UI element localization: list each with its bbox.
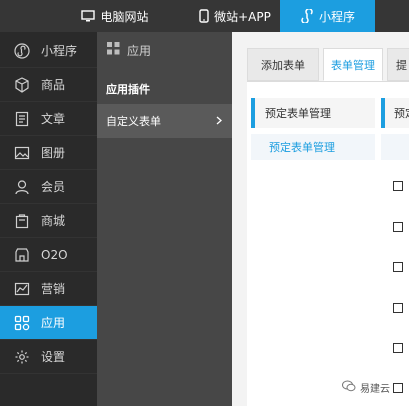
wechat-icon bbox=[342, 380, 356, 395]
nav-item-settings[interactable]: 设置 bbox=[0, 340, 97, 374]
tab-form-management[interactable]: 表单管理 bbox=[323, 48, 383, 81]
watermark-text: 易建云 bbox=[360, 384, 390, 395]
nav-label: 会员 bbox=[41, 180, 66, 194]
form-detail-column: 预定 bbox=[381, 98, 409, 398]
panel-title: 预定表单管理 bbox=[251, 98, 375, 128]
nav-label: 商品 bbox=[41, 78, 66, 92]
tab-add-form[interactable]: 添加表单 bbox=[247, 48, 319, 81]
watermark: 易建云 bbox=[342, 380, 390, 395]
image-icon bbox=[13, 144, 31, 162]
tab-truncated[interactable]: 提 bbox=[387, 48, 409, 81]
row-checkbox[interactable] bbox=[393, 181, 403, 191]
content-tabs: 添加表单 表单管理 提 bbox=[232, 32, 409, 82]
gear-icon bbox=[13, 348, 31, 366]
detail-title: 预定 bbox=[381, 98, 409, 128]
top-tab-mini-program[interactable]: 小程序 bbox=[280, 0, 375, 32]
sub-panel-title: 应用 bbox=[127, 43, 152, 58]
row-checkbox[interactable] bbox=[393, 262, 403, 272]
apps-grid-icon bbox=[106, 41, 121, 59]
nav-label: 设置 bbox=[41, 350, 66, 364]
nav-label: 商城 bbox=[41, 214, 66, 228]
nav-label: 应用 bbox=[41, 316, 66, 330]
nav-label: 文章 bbox=[41, 112, 66, 126]
nav-item-articles[interactable]: 文章 bbox=[0, 102, 97, 136]
row-checkbox[interactable] bbox=[393, 383, 403, 393]
monitor-icon bbox=[81, 9, 96, 23]
content-panel: 预定表单管理 预定表单管理 预定 bbox=[247, 81, 409, 407]
top-tab-pc-website[interactable]: 电脑网站 bbox=[40, 0, 190, 32]
nav-item-products[interactable]: 商品 bbox=[0, 68, 97, 102]
row-checkbox[interactable] bbox=[393, 222, 403, 232]
form-list-column: 预定表单管理 预定表单管理 bbox=[251, 98, 377, 398]
top-tab-label: 小程序 bbox=[318, 9, 355, 24]
miniprogram-icon bbox=[300, 9, 314, 23]
shop-icon bbox=[13, 212, 31, 230]
section-title-app-plugins: 应用插件 bbox=[106, 83, 150, 96]
user-icon bbox=[13, 178, 31, 196]
chevron-right-icon bbox=[216, 115, 222, 128]
chart-icon bbox=[13, 280, 31, 298]
nav-item-apps[interactable]: 应用 bbox=[0, 306, 97, 340]
sub-item-custom-form[interactable]: 自定义表单 bbox=[97, 104, 232, 138]
detail-header-bar bbox=[381, 134, 409, 160]
store-icon bbox=[13, 246, 31, 264]
nav-item-mini-program[interactable]: 小程序 bbox=[0, 34, 97, 68]
top-tab-mobile-app[interactable]: 微站+APP bbox=[190, 0, 280, 32]
sub-item-label: 自定义表单 bbox=[106, 115, 161, 128]
nav-item-members[interactable]: 会员 bbox=[0, 170, 97, 204]
row-checkbox[interactable] bbox=[393, 343, 403, 353]
top-tab-label: 电脑网站 bbox=[100, 9, 149, 24]
nav-label: 图册 bbox=[41, 146, 66, 160]
box-icon bbox=[13, 76, 31, 94]
left-navigation: 小程序 商品 文章 图册 会员 商城 O2O 营销 应用 设置 bbox=[0, 32, 97, 406]
top-navigation-bar: 电脑网站 微站+APP 小程序 bbox=[0, 0, 409, 32]
miniprogram-icon bbox=[13, 42, 31, 60]
sub-panel-header: 应用 bbox=[97, 32, 232, 68]
sub-navigation-panel: 应用 应用插件 自定义表单 bbox=[97, 32, 232, 406]
nav-label: 小程序 bbox=[41, 44, 78, 58]
main-content: 添加表单 表单管理 提 预定表单管理 预定表单管理 预定 bbox=[232, 32, 409, 407]
phone-icon bbox=[199, 9, 209, 23]
nav-item-gallery[interactable]: 图册 bbox=[0, 136, 97, 170]
document-icon bbox=[13, 110, 31, 128]
nav-label: O2O bbox=[41, 247, 68, 262]
row-checkbox[interactable] bbox=[393, 303, 403, 313]
apps-grid-icon bbox=[13, 314, 31, 332]
form-list-item[interactable]: 预定表单管理 bbox=[251, 134, 375, 160]
top-tab-label: 微站+APP bbox=[214, 9, 271, 24]
nav-label: 营销 bbox=[41, 282, 66, 296]
nav-item-o2o[interactable]: O2O bbox=[0, 238, 97, 272]
nav-item-marketing[interactable]: 营销 bbox=[0, 272, 97, 306]
nav-item-mall[interactable]: 商城 bbox=[0, 204, 97, 238]
